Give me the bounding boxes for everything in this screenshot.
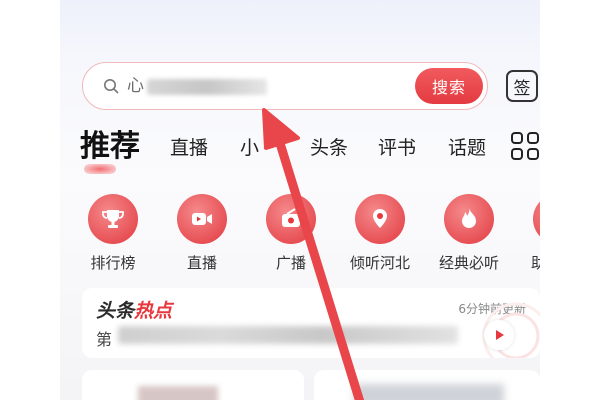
- tab-storytelling[interactable]: 评书: [378, 136, 416, 160]
- headline-text-blurred: [118, 326, 458, 344]
- tab-live[interactable]: 直播: [170, 136, 208, 160]
- headline-first-char: 第: [96, 330, 113, 349]
- shortcut-live[interactable]: 直播: [167, 190, 237, 274]
- play-button[interactable]: [484, 320, 514, 350]
- tab-recommend[interactable]: 推荐: [80, 128, 140, 166]
- content-card-right-image-blurred: [354, 384, 504, 400]
- shortcut-rankings[interactable]: 排行榜: [78, 190, 148, 274]
- shortcut-classics-circle: [444, 194, 494, 244]
- content-card-right[interactable]: [314, 370, 540, 400]
- trophy-icon: [102, 210, 124, 228]
- shortcut-rankings-label: 排行榜: [90, 254, 136, 272]
- shortcut-assistant-circle: [533, 194, 540, 244]
- shortcut-radio-label: 广播: [275, 254, 306, 272]
- shortcut-classics[interactable]: 经典必听: [434, 190, 504, 274]
- shortcut-listen-hebei-circle: [355, 194, 405, 244]
- shortcut-assistant[interactable]: 助: [523, 190, 540, 274]
- tab-headlines[interactable]: 头条: [310, 136, 348, 160]
- shortcut-live-circle: [177, 194, 227, 244]
- shortcut-rankings-circle: [88, 194, 138, 244]
- location-pin-icon: [373, 209, 387, 228]
- grid-menu-icon[interactable]: [510, 131, 540, 161]
- headline-title-part2: 热点: [134, 300, 173, 322]
- play-icon: [496, 330, 504, 340]
- radio-icon: [282, 208, 300, 227]
- shortcut-live-label: 直播: [186, 254, 217, 272]
- headline-title: 头条热点: [96, 296, 172, 323]
- shortcut-radio[interactable]: 广播: [256, 190, 326, 274]
- shortcut-listen-hebei-label: 倾听河北: [349, 254, 410, 272]
- video-camera-icon: [192, 213, 212, 225]
- content-card-left-image-blurred: [138, 386, 218, 400]
- flame-icon: [462, 208, 476, 228]
- app-screen: 心 搜索 签 推荐 直播 小 头条 评书 话题 排行榜 直播 广播 倾听河北 经…: [60, 0, 540, 400]
- search-text: 心: [127, 76, 144, 96]
- signin-button[interactable]: 签: [506, 70, 538, 102]
- shortcut-radio-circle: [266, 194, 316, 244]
- tab-topics[interactable]: 话题: [448, 136, 486, 160]
- right-margin: [540, 0, 600, 400]
- left-margin: [0, 0, 60, 400]
- search-text-blurred: [147, 79, 267, 95]
- shortcut-assistant-label: 助: [531, 254, 540, 272]
- search-bar[interactable]: 心 搜索: [82, 62, 488, 110]
- search-icon: [104, 79, 119, 94]
- headline-title-part1: 头条: [96, 300, 135, 322]
- tab-novel[interactable]: 小: [240, 136, 259, 160]
- headline-card[interactable]: 头条热点 6分钟前更新 第: [82, 288, 540, 358]
- search-button[interactable]: 搜索: [415, 68, 483, 104]
- shortcut-listen-hebei[interactable]: 倾听河北: [345, 190, 415, 274]
- content-card-left[interactable]: [82, 370, 304, 400]
- shortcut-classics-label: 经典必听: [438, 254, 499, 272]
